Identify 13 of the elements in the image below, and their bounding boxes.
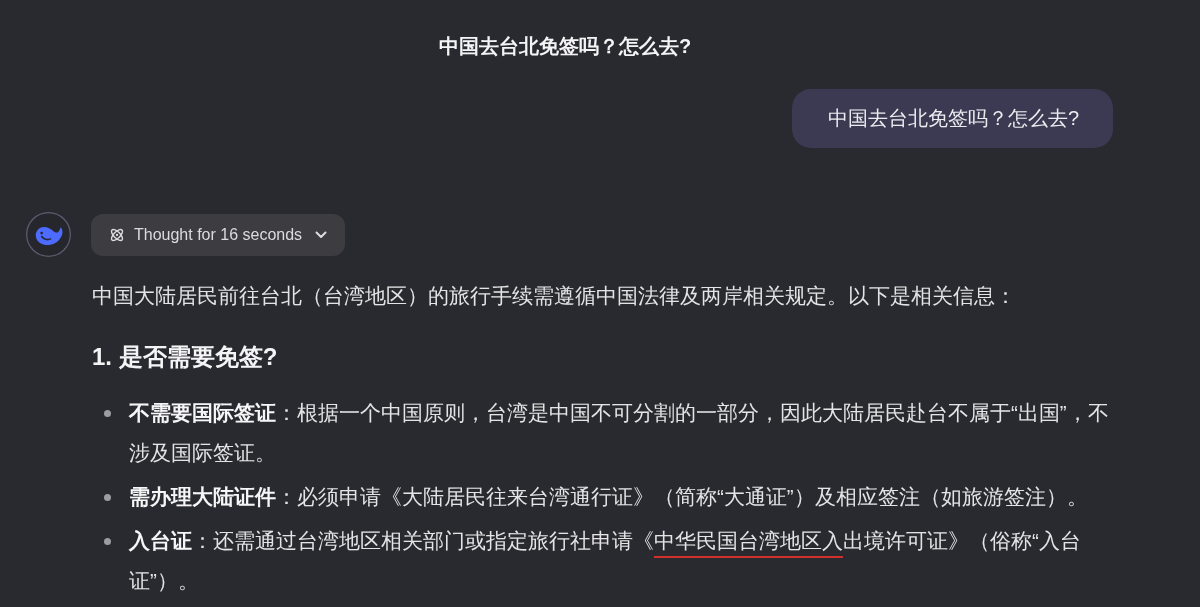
bullet-icon — [104, 494, 111, 501]
thought-toggle-button[interactable]: Thought for 16 seconds — [91, 214, 346, 256]
atom-icon — [109, 227, 125, 243]
whale-icon — [26, 212, 71, 257]
list-item-text: 入台证：还需通过台湾地区相关部门或指定旅行社申请《中华民国台湾地区入出境许可证》（俗称“入台证”）。 — [129, 528, 1082, 594]
list-item-text: 需办理大陆证件：必须申请《大陆居民往来台湾通行证》（简称“大通证”）及相应签注（如旅游签注）。 — [129, 484, 1089, 510]
user-message-bubble: 中国去台北免签吗？怎么去? — [791, 89, 1113, 148]
bullet-icon — [104, 410, 111, 417]
bullet-icon — [104, 538, 111, 545]
chat-title: 中国去台北免签吗？怎么去? — [438, 34, 692, 58]
section-heading: 1. 是否需要免签? — [92, 342, 279, 372]
list-item-text: 不需要国际签证：根据一个中国原则，台湾是中国不可分割的一部分，因此大陆居民赴台不属于“出国”，不涉及国际签证。 — [129, 400, 1110, 466]
intro-paragraph: 中国大陆居民前往台北（台湾地区）的旅行手续需遵循中国法律及两岸相关规定。以下是相关信息： — [92, 283, 1017, 309]
